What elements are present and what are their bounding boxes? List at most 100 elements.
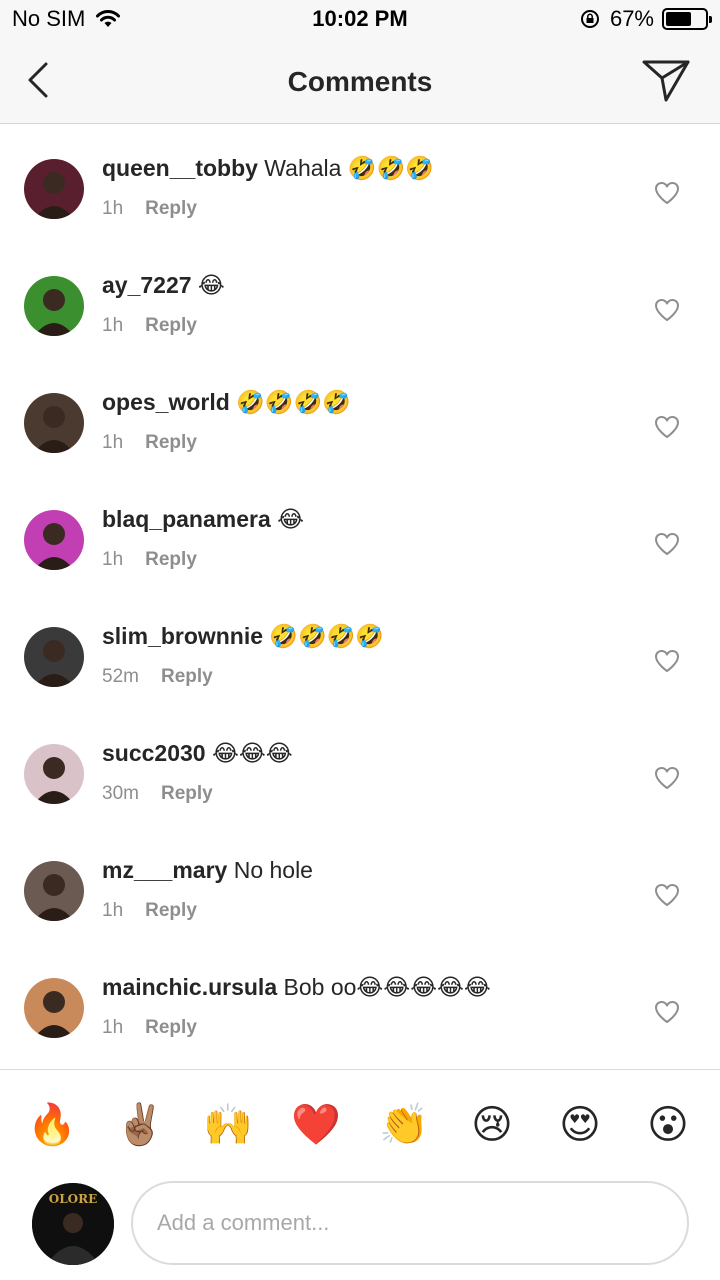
comment-time: 1h xyxy=(102,1017,124,1038)
comment-meta: 30m Reply xyxy=(102,783,213,805)
composer-avatar: OLORE xyxy=(32,1183,114,1265)
comment-body: 😂 xyxy=(191,272,225,298)
comment-meta: 1h Reply xyxy=(102,549,197,571)
comment-body: 🤣🤣🤣🤣 xyxy=(229,389,351,415)
reply-button[interactable]: Reply xyxy=(161,666,213,687)
comment-time: 1h xyxy=(102,549,124,570)
fire-emoji[interactable]: 🔥 xyxy=(27,1100,77,1150)
avatar[interactable] xyxy=(24,159,84,219)
reply-button[interactable]: Reply xyxy=(145,900,197,921)
comment-meta: 1h Reply xyxy=(102,432,197,454)
share-button[interactable] xyxy=(640,56,692,104)
avatar-logo-text: OLORE xyxy=(49,1192,97,1206)
avatar[interactable] xyxy=(24,627,84,687)
comment-text: opes_world 🤣🤣🤣🤣 xyxy=(102,389,351,416)
battery-percent: 67% xyxy=(609,6,654,31)
reply-button[interactable]: Reply xyxy=(145,432,197,453)
heart-icon[interactable] xyxy=(654,298,680,322)
avatar-image xyxy=(24,627,84,687)
comment-time: 1h xyxy=(102,198,124,219)
header: Comments xyxy=(0,40,720,124)
avatar-image xyxy=(24,159,84,219)
comment-meta: 52m Reply xyxy=(102,666,213,688)
heart-icon[interactable] xyxy=(654,415,680,439)
avatar-image xyxy=(24,510,84,570)
paper-plane-icon xyxy=(642,60,690,102)
comment-item: queen__tobby Wahala 🤣🤣🤣 1h Reply xyxy=(0,125,720,242)
avatar[interactable] xyxy=(24,393,84,453)
avatar[interactable] xyxy=(24,861,84,921)
heart-emoji[interactable]: ❤️ xyxy=(291,1100,341,1150)
comment-item: mainchic.ursula Bob oo😂😂😂😂😂 1h Reply xyxy=(0,944,720,1061)
avatar-image xyxy=(24,744,84,804)
comment-username[interactable]: ay_7227 xyxy=(102,272,192,298)
avatar[interactable] xyxy=(24,276,84,336)
comment-meta: 1h Reply xyxy=(102,900,197,922)
avatar[interactable] xyxy=(24,978,84,1038)
heart-icon[interactable] xyxy=(654,532,680,556)
comment-meta: 1h Reply xyxy=(102,1017,197,1039)
comment-body: 😂 xyxy=(270,506,305,532)
comment-input[interactable] xyxy=(131,1181,689,1265)
comment-time: 1h xyxy=(102,900,124,921)
heart-icon[interactable] xyxy=(654,883,680,907)
comment-text: slim_brownnie 🤣🤣🤣🤣 xyxy=(102,623,384,650)
comment-time: 52m xyxy=(102,666,139,687)
comment-meta: 1h Reply xyxy=(102,198,197,220)
reply-button[interactable]: Reply xyxy=(161,783,213,804)
comment-username[interactable]: mz___mary xyxy=(102,857,227,883)
rotation-lock-icon xyxy=(580,10,599,28)
comment-text: queen__tobby Wahala 🤣🤣🤣 xyxy=(102,155,434,182)
avatar[interactable] xyxy=(24,744,84,804)
clapping-hands-emoji[interactable]: 👏 xyxy=(379,1100,429,1150)
reply-button[interactable]: Reply xyxy=(145,315,197,336)
heart-icon[interactable] xyxy=(654,766,680,790)
battery-fill xyxy=(666,12,692,26)
comment-text: succ2030 😂😂😂 xyxy=(102,740,293,767)
comment-body: 🤣🤣🤣🤣 xyxy=(263,623,384,649)
comment-body: No hole xyxy=(227,857,313,883)
heart-icon[interactable] xyxy=(654,1000,680,1024)
comment-username[interactable]: slim_brownnie xyxy=(102,623,263,649)
comment-item: blaq_panamera 😂 1h Reply xyxy=(0,476,720,593)
surprised-face-emoji[interactable]: 😮 xyxy=(643,1100,693,1150)
comment-username[interactable]: opes_world xyxy=(102,389,230,415)
comment-text: ay_7227 😂 xyxy=(102,272,225,299)
comment-username[interactable]: succ2030 xyxy=(102,740,206,766)
avatar-image xyxy=(24,861,84,921)
avatar-image xyxy=(24,276,84,336)
reply-button[interactable]: Reply xyxy=(145,1017,197,1038)
comment-time: 1h xyxy=(102,315,124,336)
avatar[interactable] xyxy=(24,510,84,570)
comment-list: queen__tobby Wahala 🤣🤣🤣 1h Reply ay_7227 … xyxy=(0,125,720,1061)
comment-time: 30m xyxy=(102,783,139,804)
comment-username[interactable]: queen__tobby xyxy=(102,155,258,181)
avatar-image xyxy=(24,978,84,1038)
avatar-image xyxy=(24,393,84,453)
page-title: Comments xyxy=(287,66,433,97)
comment-body: Wahala 🤣🤣🤣 xyxy=(257,155,434,181)
reply-button[interactable]: Reply xyxy=(145,549,197,570)
heart-icon[interactable] xyxy=(654,649,680,673)
status-bar: No SIM 10:02 PM 67% xyxy=(0,0,720,40)
battery-icon xyxy=(662,8,712,30)
comment-username[interactable]: mainchic.ursula xyxy=(102,974,277,1000)
comment-meta: 1h Reply xyxy=(102,315,197,337)
heart-eyes-emoji[interactable]: 😍 xyxy=(555,1100,605,1150)
comment-item: succ2030 😂😂😂 30m Reply xyxy=(0,710,720,827)
comment-body: 😂😂😂 xyxy=(205,740,293,766)
emoji-reaction-bar: 🔥 ✌🏽 🙌 ❤️ 👏 😢 😍 😮 xyxy=(0,1069,720,1181)
raised-hands-emoji[interactable]: 🙌 xyxy=(203,1100,253,1150)
status-right: 67% xyxy=(580,6,712,32)
comment-item: ay_7227 😂 1h Reply xyxy=(0,242,720,359)
heart-icon[interactable] xyxy=(654,181,680,205)
comment-text: blaq_panamera 😂 xyxy=(102,506,304,533)
crying-face-emoji[interactable]: 😢 xyxy=(467,1100,517,1150)
reply-button[interactable]: Reply xyxy=(145,198,197,219)
comment-text: mz___mary No hole xyxy=(102,857,313,884)
comment-item: mz___mary No hole 1h Reply xyxy=(0,827,720,944)
comment-username[interactable]: blaq_panamera xyxy=(102,506,271,532)
victory-hand-emoji[interactable]: ✌🏽 xyxy=(115,1100,165,1150)
comment-body: Bob oo😂😂😂😂😂 xyxy=(277,974,491,1000)
comment-item: opes_world 🤣🤣🤣🤣 1h Reply xyxy=(0,359,720,476)
